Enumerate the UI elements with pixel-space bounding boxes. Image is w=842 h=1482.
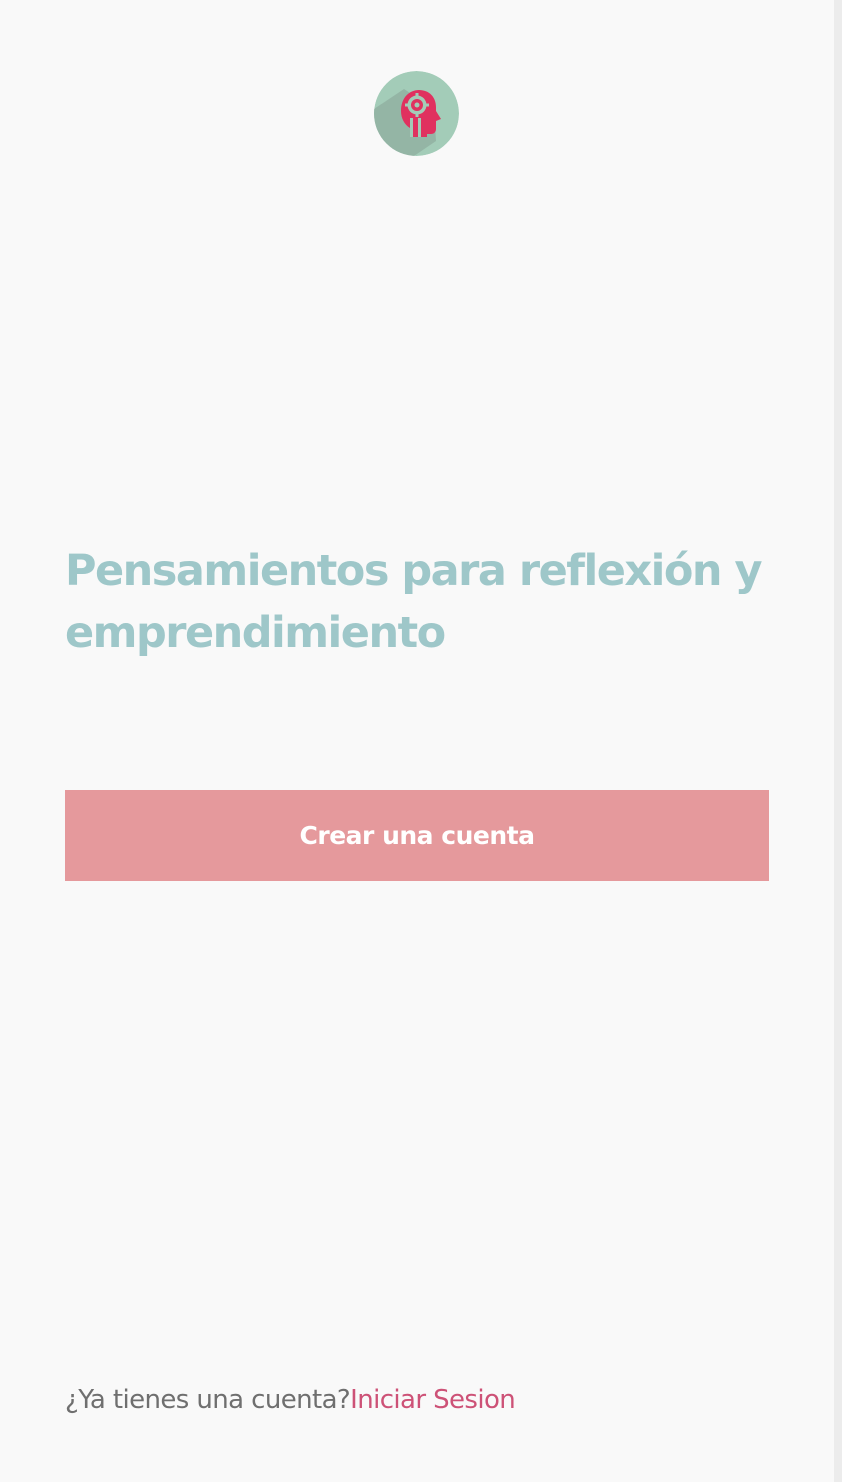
login-prompt: ¿Ya tienes una cuenta?Iniciar Sesion (65, 1380, 516, 1420)
scrollbar[interactable] (834, 0, 842, 1482)
welcome-screen: Pensamientos para reflexión y emprendimi… (0, 0, 834, 1482)
login-question-text: ¿Ya tienes una cuenta? (65, 1385, 351, 1415)
app-logo (374, 71, 459, 156)
login-link[interactable]: Iniciar Sesion (350, 1385, 516, 1415)
head-brain-icon (374, 71, 459, 156)
page-headline: Pensamientos para reflexión y emprendimi… (65, 546, 762, 658)
create-account-button[interactable]: Crear una cuenta (65, 790, 769, 881)
